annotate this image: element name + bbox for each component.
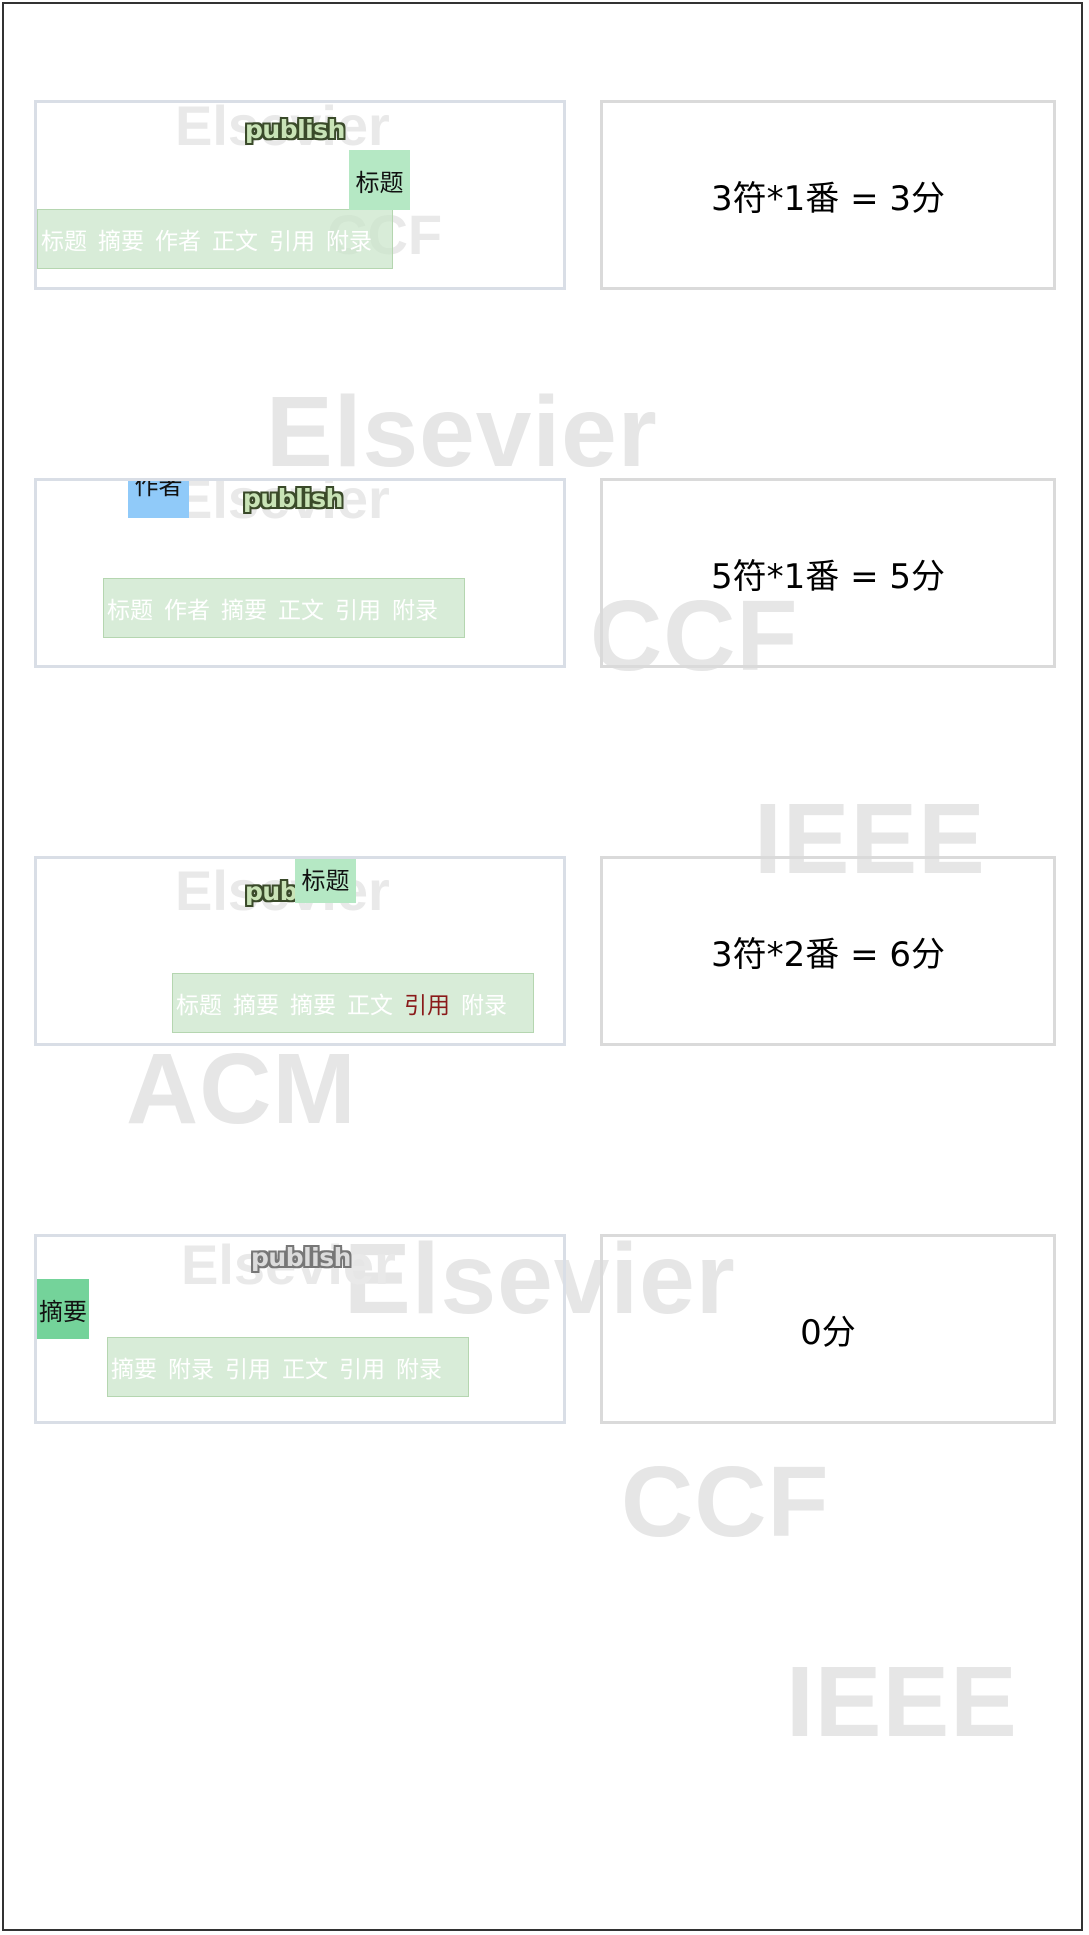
sequence-item: 作者	[155, 229, 201, 255]
bg-watermark-ieee-2: IEEE	[786, 1646, 1018, 1758]
falling-piece[interactable]: 标题	[295, 859, 356, 903]
bg-watermark-ccf-2: CCF	[621, 1446, 830, 1558]
sequence-item: 引用	[335, 598, 381, 624]
game-frame: Elsevier CCF IEEE ACM Elsevier CCF IEEE …	[2, 2, 1083, 1931]
round-4-score: 0分	[600, 1234, 1056, 1424]
sequence-item: 附录	[396, 1357, 442, 1383]
sequence-item: 摘要	[290, 993, 336, 1019]
sequence-item: 引用	[225, 1357, 271, 1383]
sequence-item: 正文	[282, 1357, 328, 1383]
sequence-item: 标题	[107, 598, 153, 624]
round-4-board: Elsevier publish 摘要 摘要 附录 引用 正文 引用 附录	[34, 1234, 566, 1424]
round-3-board: Elsevier publish 标题 标题 摘要 摘要 正文 引用 附录	[34, 856, 566, 1046]
sequence-item: 正文	[278, 598, 324, 624]
sequence-item: 摘要	[111, 1357, 157, 1383]
paper-sequence-strip: 标题 摘要 作者 正文 引用 附录	[37, 209, 393, 269]
round-1-score: 3符*1番 = 3分	[600, 100, 1056, 290]
sequence-item: 摘要	[221, 598, 267, 624]
bg-watermark-acm: ACM	[126, 1033, 357, 1145]
sequence-item: 附录	[392, 598, 438, 624]
sequence-item: 引用	[269, 229, 315, 255]
sequence-item: 正文	[347, 993, 393, 1019]
sequence-item: 标题	[176, 993, 222, 1019]
sequence-item: 正文	[212, 229, 258, 255]
sequence-item-highlighted: 引用	[404, 993, 450, 1019]
publish-logo: publish	[243, 484, 343, 513]
sequence-item: 作者	[164, 598, 210, 624]
falling-piece[interactable]: 标题	[349, 150, 410, 210]
sequence-item: 摘要	[233, 993, 279, 1019]
bg-watermark-elsevier: Elsevier	[266, 376, 658, 488]
sequence-item: 附录	[168, 1357, 214, 1383]
round-1-board: Elsevier CCF publish 标题 摘要 作者 正文 引用 附录 标…	[34, 100, 566, 290]
publish-logo: publish	[245, 115, 345, 144]
sequence-item: 标题	[41, 229, 87, 255]
paper-sequence-strip: 标题 摘要 摘要 正文 引用 附录	[172, 973, 534, 1033]
sequence-item: 摘要	[98, 229, 144, 255]
paper-sequence-strip: 摘要 附录 引用 正文 引用 附录	[107, 1337, 469, 1397]
publish-logo: publish	[251, 1243, 351, 1272]
sequence-item: 附录	[326, 229, 372, 255]
sequence-item: 引用	[339, 1357, 385, 1383]
falling-piece[interactable]: 作者	[128, 481, 189, 518]
falling-piece[interactable]: 摘要	[37, 1279, 89, 1339]
round-2-score: 5符*1番 = 5分	[600, 478, 1056, 668]
sequence-item: 附录	[461, 993, 507, 1019]
paper-sequence-strip: 标题 作者 摘要 正文 引用 附录	[103, 578, 465, 638]
round-2-board: Elsevier publish 标题 作者 摘要 正文 引用 附录 作者	[34, 478, 566, 668]
round-3-score: 3符*2番 = 6分	[600, 856, 1056, 1046]
